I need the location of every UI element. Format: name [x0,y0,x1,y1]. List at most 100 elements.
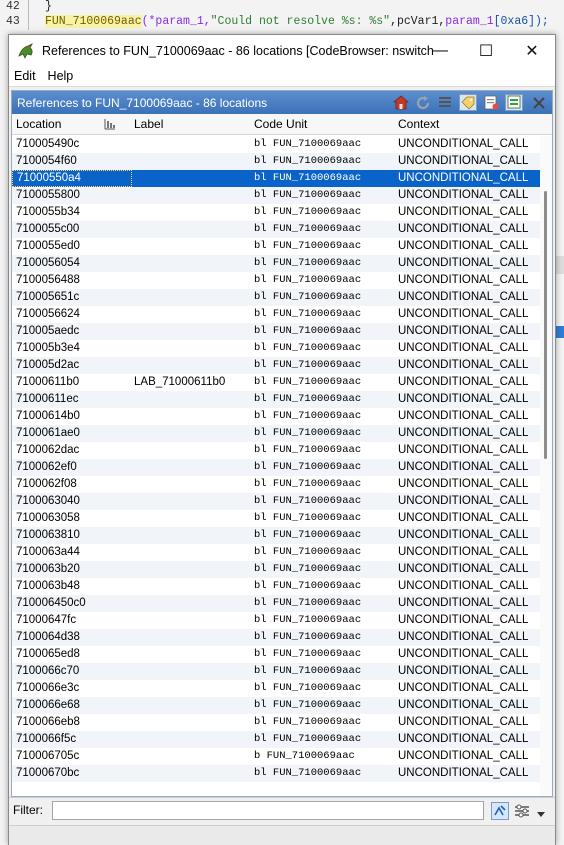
references-window: References to FUN_7100069aac - 86 locati… [8,34,556,845]
context-cell: UNCONDITIONAL_CALL [398,410,529,422]
table-row[interactable]: 7100066e68 bl FUN_7100069aac UNCONDITIONAL… [12,697,540,714]
refresh-icon[interactable] [414,94,432,111]
code-line: 43 FUN_7100069aac(*param_1,"Could not res… [0,13,564,30]
context-cell: UNCONDITIONAL_CALL [398,376,529,388]
panel-title: References to FUN_7100069aac - 86 locati… [17,95,268,110]
code-unit-cell: bl FUN_7100069aac [254,512,362,524]
menu-edit[interactable]: Edit [9,69,43,83]
table-row[interactable]: 710005490c bl FUN_7100069aac UNCONDITIONAL… [12,136,540,153]
label-cell [134,323,249,340]
context-cell: UNCONDITIONAL_CALL [398,325,529,337]
table-row[interactable]: 7100066f5c bl FUN_7100069aac UNCONDITIONAL… [12,731,540,748]
code-unit-cell: bl FUN_7100069aac [254,189,362,201]
label-cell [134,357,249,374]
maximize-button[interactable]: ☐ [463,35,509,66]
table-row[interactable]: 7100063a44 bl FUN_7100069aac UNCONDITIONAL… [12,544,540,561]
table-row[interactable]: 7100063040 bl FUN_7100069aac UNCONDITIONAL… [12,493,540,510]
table-row[interactable]: 71000611b0 LAB_71000611b0 bl FUN_7100069aa… [12,374,540,391]
code-unit-cell: bl FUN_7100069aac [254,359,362,371]
location-cell: 7100054f60 [16,155,77,167]
table-row[interactable]: 710006705c b FUN_7100069aac UNCONDITIONAL_… [12,748,540,765]
table-row[interactable]: 7100056054 bl FUN_7100069aac UNCONDITIONAL… [12,255,540,272]
table-row[interactable]: 7100066e3c bl FUN_7100069aac UNCONDITIONAL… [12,680,540,697]
context-cell: UNCONDITIONAL_CALL [398,699,529,711]
location-cell: 710005490c [16,138,80,150]
code-unit-cell: bl FUN_7100069aac [254,716,362,728]
location-cell: 7100066eb8 [16,716,80,728]
table-row[interactable]: 7100062ef0 bl FUN_7100069aac UNCONDITIONAL… [12,459,540,476]
table-row[interactable]: 71000670bc bl FUN_7100069aac UNCONDITIONAL… [12,765,540,782]
label-cell [134,544,249,561]
close-icon[interactable] [530,94,548,111]
function-name-token[interactable]: FUN_7100069aac [45,15,142,28]
table-row[interactable]: 71000611ec bl FUN_7100069aac UNCONDITIONAL… [12,391,540,408]
context-cell: UNCONDITIONAL_CALL [398,529,529,541]
sort-icon[interactable] [104,118,116,130]
filter-input[interactable] [52,801,484,820]
location-cell: 7100056488 [16,274,80,286]
table-row[interactable]: 7100055800 bl FUN_7100069aac UNCONDITIONAL… [12,187,540,204]
label-cell [134,306,249,323]
table-row[interactable]: 710005d2ac bl FUN_7100069aac UNCONDITIONAL… [12,357,540,374]
code-unit-cell: bl FUN_7100069aac [254,699,362,711]
table-row[interactable]: 71000614b0 bl FUN_7100069aac UNCONDITIONAL… [12,408,540,425]
make-selection-icon[interactable] [505,94,523,111]
column-header-label[interactable]: Label [130,114,163,135]
table-row[interactable]: 7100061ae0 bl FUN_7100069aac UNCONDITIONAL… [12,425,540,442]
location-cell: 7100065ed8 [16,648,80,660]
context-cell: UNCONDITIONAL_CALL [398,750,529,762]
filter-settings-icon[interactable] [514,803,532,819]
column-header-code-unit[interactable]: Code Unit [250,114,307,135]
table-row[interactable]: 7100056488 bl FUN_7100069aac UNCONDITIONAL… [12,272,540,289]
code-unit-cell: bl FUN_7100069aac [254,597,362,609]
table-row[interactable]: 7100063b20 bl FUN_7100069aac UNCONDITIONAL… [12,561,540,578]
table-row[interactable]: 7100055ed0 bl FUN_7100069aac UNCONDITIONAL… [12,238,540,255]
table-row[interactable]: 7100063058 bl FUN_7100069aac UNCONDITIONAL… [12,510,540,527]
code-unit-cell: bl FUN_7100069aac [254,733,362,745]
code-unit-cell: bl FUN_7100069aac [254,257,362,269]
context-cell: UNCONDITIONAL_CALL [398,138,529,150]
table-row[interactable]: 7100054f60 bl FUN_7100069aac UNCONDITIONAL… [12,153,540,170]
table-row[interactable]: 7100066eb8 bl FUN_7100069aac UNCONDITIONAL… [12,714,540,731]
columns-icon[interactable] [436,94,454,111]
snapshot-icon[interactable] [482,94,500,111]
table-row[interactable]: 7100063b48 bl FUN_7100069aac UNCONDITIONAL… [12,578,540,595]
table-row[interactable]: 71000550a4 bl FUN_7100069aac UNCONDITIONAL… [12,170,540,187]
table-row[interactable]: 7100063810 bl FUN_7100069aac UNCONDITIONAL… [12,527,540,544]
minimize-button[interactable]: — [417,35,463,66]
code-unit-cell: bl FUN_7100069aac [254,155,362,167]
table-row[interactable]: 7100064d38 bl FUN_7100069aac UNCONDITIONAL… [12,629,540,646]
menu-help[interactable]: Help [43,69,81,83]
table-row[interactable]: 71000647fc bl FUN_7100069aac UNCONDITIONAL… [12,612,540,629]
location-cell: 7100062f08 [16,478,77,490]
table-row[interactable]: 7100062dac bl FUN_7100069aac UNCONDITIONAL… [12,442,540,459]
label-cell: LAB_71000611b0 [134,376,226,388]
column-header-context[interactable]: Context [394,114,439,135]
title-bar[interactable]: References to FUN_7100069aac - 86 locati… [9,35,555,66]
location-cell: 7100066c70 [16,665,80,677]
label-cell [134,391,249,408]
column-header-location[interactable]: Location [12,114,61,135]
location-cell: 7100066e3c [16,682,80,694]
table-row[interactable]: 7100065ed8 bl FUN_7100069aac UNCONDITIONAL… [12,646,540,663]
filter-options-icon[interactable] [491,802,509,820]
close-window-button[interactable]: ✕ [509,35,555,66]
table-row[interactable]: 710005aedc bl FUN_7100069aac UNCONDITIONAL… [12,323,540,340]
table-row[interactable]: 7100066c70 bl FUN_7100069aac UNCONDITIONAL… [12,663,540,680]
chevron-down-icon[interactable] [537,807,545,817]
tag-icon[interactable] [459,94,477,111]
label-cell [134,408,249,425]
table-row[interactable]: 7100055c00 bl FUN_7100069aac UNCONDITIONAL… [12,221,540,238]
location-cell: 7100055800 [16,189,80,201]
table-row[interactable]: 7100056624 bl FUN_7100069aac UNCONDITIONAL… [12,306,540,323]
vertical-scrollbar[interactable] [540,136,552,796]
home-icon[interactable] [392,94,410,111]
label-cell [134,595,249,612]
table-row[interactable]: 710005b3e4 bl FUN_7100069aac UNCONDITIONAL… [12,340,540,357]
scroll-thumb[interactable] [544,191,547,459]
location-cell: 7100066f5c [16,733,77,745]
table-row[interactable]: 710005651c bl FUN_7100069aac UNCONDITIONAL… [12,289,540,306]
table-row[interactable]: 7100062f08 bl FUN_7100069aac UNCONDITIONAL… [12,476,540,493]
table-row[interactable]: 710006450c0 bl FUN_7100069aac UNCONDITIONA… [12,595,540,612]
table-row[interactable]: 7100055b34 bl FUN_7100069aac UNCONDITIONAL… [12,204,540,221]
